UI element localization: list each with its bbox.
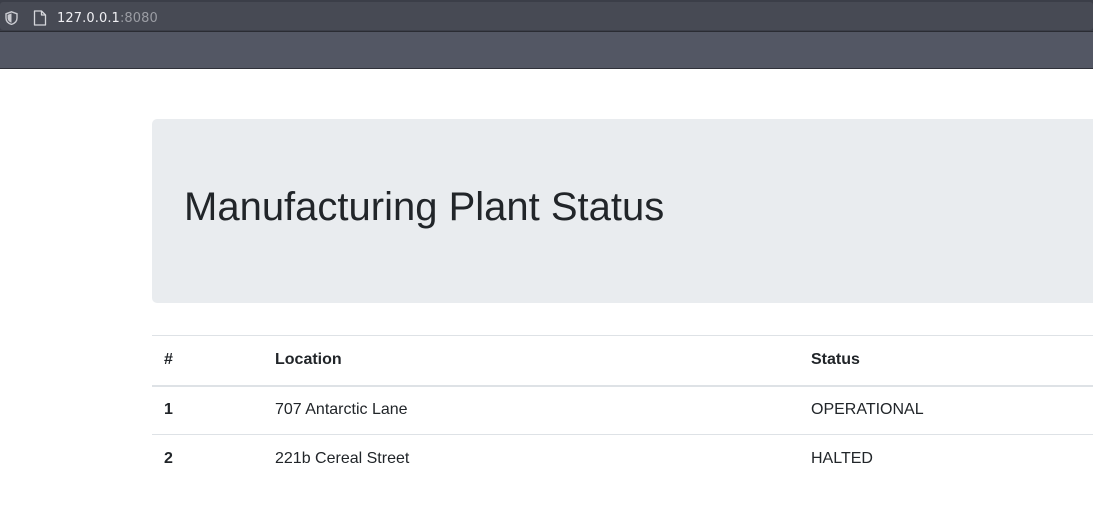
row-location: 221b Cereal Street xyxy=(263,434,799,484)
header-status: Status xyxy=(799,335,1093,387)
url-port: :8080 xyxy=(119,11,158,26)
table-row: 2 221b Cereal Street HALTED xyxy=(152,434,1093,484)
row-status: OPERATIONAL xyxy=(799,385,1093,435)
page-title: Manufacturing Plant Status xyxy=(184,185,665,229)
shield-icon[interactable] xyxy=(5,11,18,25)
jumbotron: Manufacturing Plant Status xyxy=(152,119,1093,303)
browser-toolbar xyxy=(0,32,1093,69)
row-number: 1 xyxy=(152,385,263,435)
table-header-row: # Location Status xyxy=(152,335,1093,387)
plant-status-table: # Location Status 1 707 Antarctic Lane O… xyxy=(152,335,1093,484)
page-icon xyxy=(33,10,47,26)
header-location: Location xyxy=(263,335,799,387)
row-number: 2 xyxy=(152,434,263,484)
header-number: # xyxy=(152,335,263,387)
row-status: HALTED xyxy=(799,434,1093,484)
url-text[interactable]: 127.0.0.1:8080 xyxy=(57,10,158,27)
url-host: 127.0.0.1 xyxy=(57,11,120,26)
row-location: 707 Antarctic Lane xyxy=(263,385,799,435)
browser-url-bar: 127.0.0.1:8080 xyxy=(0,0,1093,32)
table-row: 1 707 Antarctic Lane OPERATIONAL xyxy=(152,385,1093,435)
address-field[interactable]: 127.0.0.1:8080 xyxy=(0,2,1093,30)
